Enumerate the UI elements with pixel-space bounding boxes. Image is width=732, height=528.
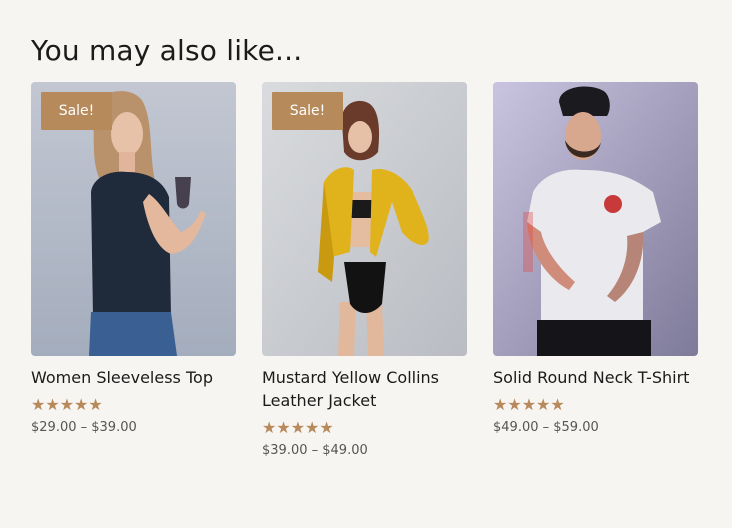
product-image[interactable]: Sale!: [31, 82, 236, 356]
product-title[interactable]: Solid Round Neck T-Shirt: [493, 366, 698, 389]
product-price: $29.00 – $39.00: [31, 420, 137, 435]
product-card[interactable]: Solid Round Neck T-Shirt ★★★★★ $49.00 – …: [493, 82, 698, 460]
sale-badge: Sale!: [272, 92, 343, 130]
product-title[interactable]: Mustard Yellow Collins Leather Jacket: [262, 366, 467, 412]
related-products-section: You may also like... Sale! Women Sleevel…: [0, 0, 732, 528]
star-rating: ★★★★★: [493, 395, 565, 414]
product-grid: Sale! Women Sleeveless Top ★★★★★ $29.00 …: [31, 82, 701, 460]
star-rating: ★★★★★: [31, 395, 103, 414]
star-rating: ★★★★★: [262, 418, 334, 437]
product-image[interactable]: [493, 82, 698, 356]
section-heading: You may also like...: [31, 34, 303, 67]
sale-badge: Sale!: [41, 92, 112, 130]
product-image[interactable]: Sale!: [262, 82, 467, 356]
product-photo-round-neck-tshirt: [493, 82, 698, 356]
product-price: $49.00 – $59.00: [493, 420, 599, 435]
product-card[interactable]: Sale! Women Sleeveless Top ★★★★★ $29.00 …: [31, 82, 236, 460]
product-card[interactable]: Sale! Mustard Yellow Collins Leather Jac…: [262, 82, 467, 460]
product-price: $39.00 – $49.00: [262, 443, 368, 458]
product-title[interactable]: Women Sleeveless Top: [31, 366, 236, 389]
